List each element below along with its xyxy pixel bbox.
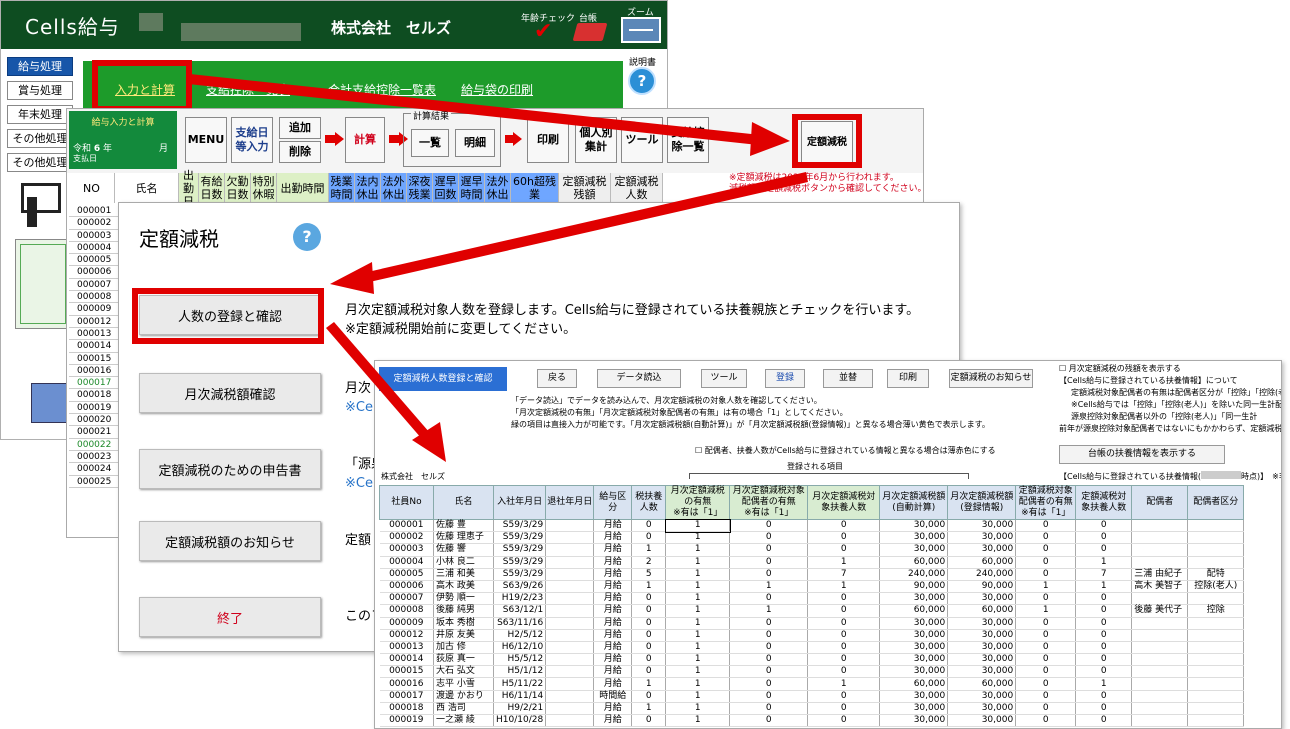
arrow-to-teigaku	[188, 74, 770, 146]
arrowhead-icon	[750, 122, 790, 156]
arrow-to-sheet	[326, 322, 436, 446]
annotation-arrows	[188, 74, 808, 462]
arrow-to-register	[350, 172, 808, 286]
arrowhead-icon	[330, 262, 374, 294]
